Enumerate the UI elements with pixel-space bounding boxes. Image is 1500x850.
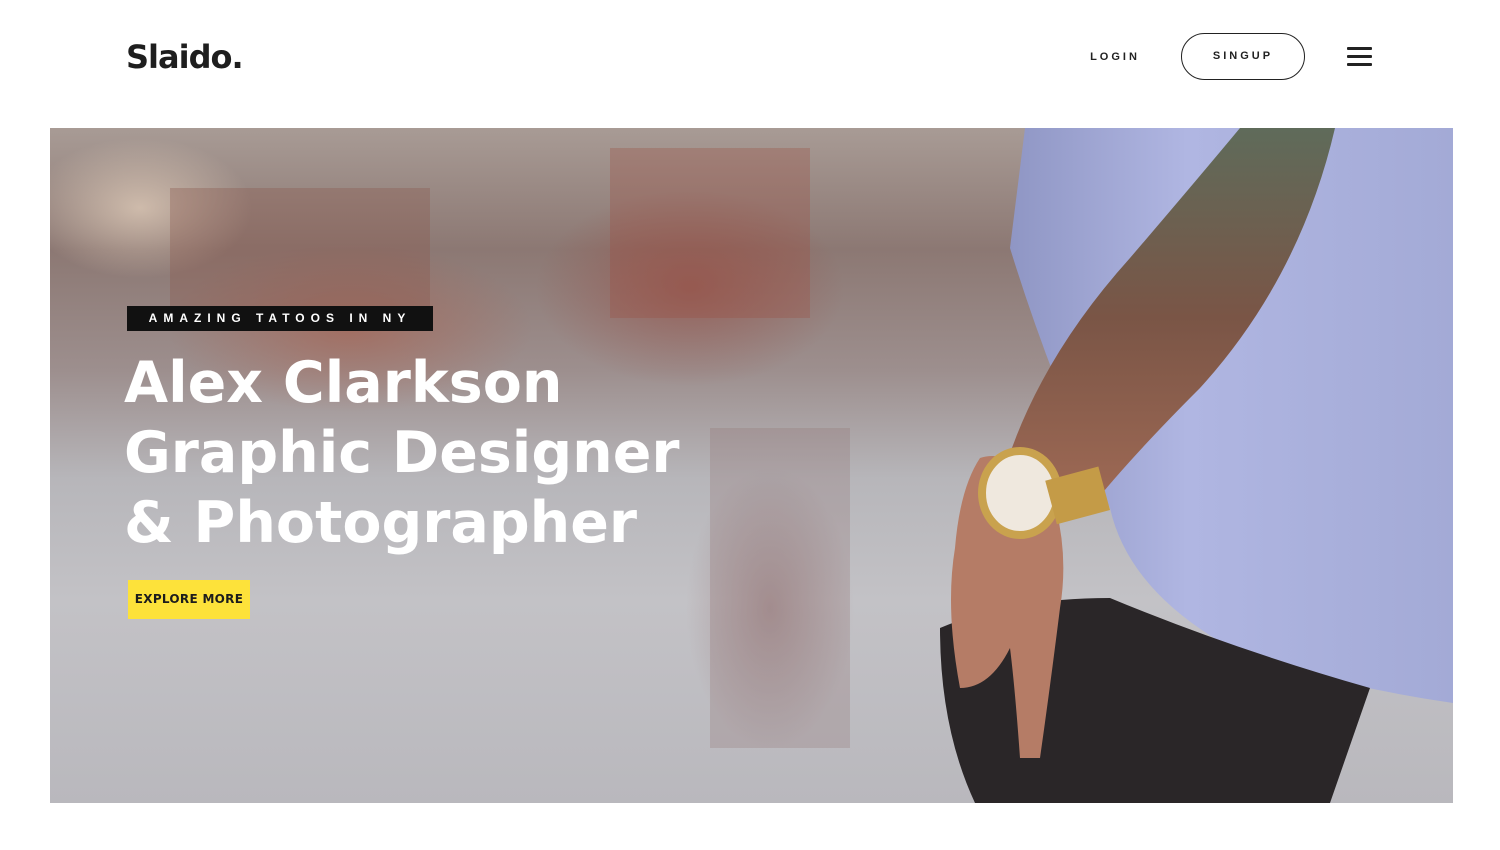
signup-button[interactable]: SINGUP <box>1181 33 1305 80</box>
bg-building <box>610 148 810 318</box>
login-link[interactable]: LOGIN <box>1070 45 1160 69</box>
menu-bar <box>1347 63 1372 66</box>
menu-bar <box>1347 47 1372 50</box>
headline-line-2: Graphic Designer <box>124 420 680 486</box>
hero-headline: Alex Clarkson Graphic Designer & Photogr… <box>124 348 680 558</box>
site-header: Slaido. LOGIN SINGUP <box>0 0 1500 115</box>
hero-tagline: AMAZING TATOOS IN NY <box>127 306 433 331</box>
headline-line-1: Alex Clarkson <box>124 350 563 416</box>
bg-building <box>170 188 430 318</box>
menu-bar <box>1347 55 1372 58</box>
hamburger-menu-icon[interactable] <box>1347 47 1373 67</box>
watch-face <box>978 447 1062 539</box>
hero-banner: AMAZING TATOOS IN NY Alex Clarkson Graph… <box>50 128 1453 803</box>
bg-reflection <box>710 428 850 748</box>
explore-more-button[interactable]: EXPLORE MORE <box>128 580 250 619</box>
logo[interactable]: Slaido. <box>126 38 244 76</box>
headline-line-3: & Photographer <box>124 490 637 556</box>
